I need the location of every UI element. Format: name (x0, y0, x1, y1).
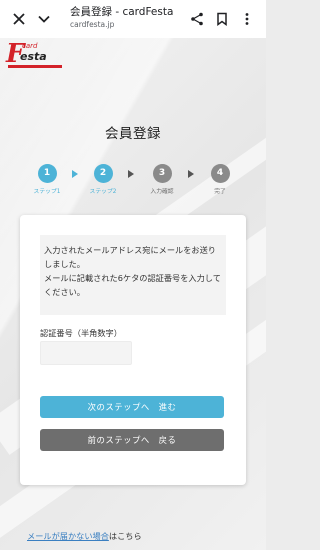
step-number: 3 (152, 164, 172, 183)
site-logo[interactable]: F card esta (6, 40, 62, 70)
logo-festa-text: esta (20, 50, 47, 63)
browser-title-area[interactable]: 会員登録 - cardFesta cardfesta.jp (70, 5, 190, 31)
step-label: ステップ1 (33, 189, 61, 195)
step-label: ステップ2 (89, 189, 117, 195)
step-3: 3 入力確認 (142, 164, 182, 195)
step-number: 2 (93, 164, 113, 183)
step-2: 2 ステップ2 (83, 164, 123, 195)
page-title: 会員登録 (105, 126, 161, 142)
mail-not-received-link[interactable]: メールが届かない場合 (27, 531, 109, 541)
page-content: F card esta 会員登録 1 ステップ1 2 ステップ2 3 入力確認 … (0, 38, 266, 550)
share-icon[interactable] (186, 8, 208, 30)
close-icon[interactable] (8, 8, 30, 30)
step-4: 4 完了 (200, 164, 240, 195)
step-1: 1 ステップ1 (27, 164, 67, 195)
step-label: 完了 (214, 189, 226, 195)
notice-text-1: 入力されたメールアドレス宛にメールをお送りしました。 (44, 245, 216, 269)
browser-toolbar: 会員登録 - cardFesta cardfesta.jp (0, 0, 266, 38)
chevron-down-icon[interactable] (33, 8, 55, 30)
step-label: 入力確認 (150, 189, 174, 195)
next-step-button[interactable]: 次のステップへ 進む (40, 396, 224, 418)
logo-card-text: card (22, 42, 38, 50)
step-arrow (72, 170, 78, 178)
footer-help: メールが届かない場合はこちら (27, 530, 142, 542)
bookmark-icon[interactable] (211, 8, 233, 30)
more-vertical-icon[interactable] (236, 8, 258, 30)
step-number: 1 (37, 164, 57, 183)
notice-box: 入力されたメールアドレス宛にメールをお送りしました。 メールに記載された6ケタの… (40, 235, 226, 315)
verification-code-input[interactable] (40, 341, 132, 365)
logo-bar (8, 65, 62, 68)
footer-suffix: はこちら (108, 531, 142, 541)
back-step-button[interactable]: 前のステップへ 戻る (40, 429, 224, 451)
code-label: 認証番号（半角数字） (40, 328, 122, 338)
step-arrow (188, 170, 194, 178)
notice-text-2: メールに記載された6ケタの認証番号を入力してください。 (44, 273, 221, 297)
verification-card: 入力されたメールアドレス宛にメールをお送りしました。 メールに記載された6ケタの… (20, 215, 246, 485)
step-number: 4 (210, 164, 230, 183)
browser-page-title: 会員登録 - cardFesta (70, 6, 174, 18)
browser-url: cardfesta.jp (70, 20, 115, 29)
step-arrow (128, 170, 134, 178)
